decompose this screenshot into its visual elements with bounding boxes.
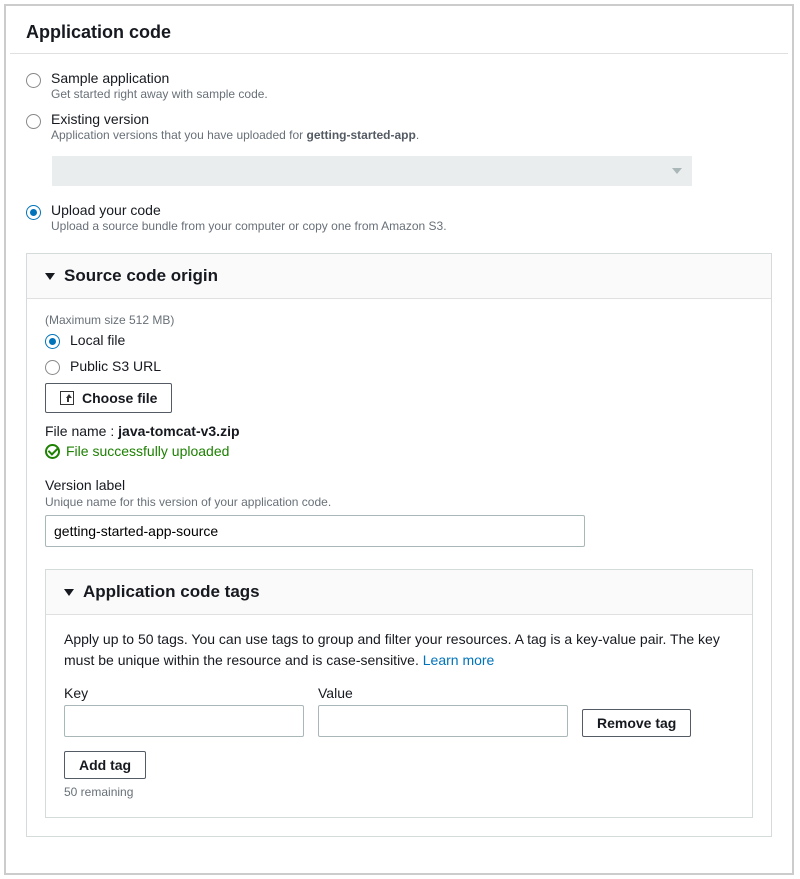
tag-value-label: Value <box>318 685 568 701</box>
option-public-s3-url[interactable]: Public S3 URL <box>45 357 753 375</box>
panel-header-tags[interactable]: Application code tags <box>46 570 752 615</box>
radio-sample[interactable] <box>26 73 41 88</box>
option-sample-application[interactable]: Sample application Get started right awa… <box>6 68 792 109</box>
option-description: Get started right away with sample code. <box>51 87 268 101</box>
existing-version-dropdown <box>52 156 692 186</box>
learn-more-link[interactable]: Learn more <box>423 652 495 668</box>
add-tag-button[interactable]: Add tag <box>64 751 146 779</box>
option-label: Upload your code <box>51 202 447 218</box>
choose-file-button[interactable]: Choose file <box>45 383 172 413</box>
tags-description: Apply up to 50 tags. You can use tags to… <box>64 629 734 671</box>
upload-success-status: File successfully uploaded <box>45 443 753 459</box>
radio-public-s3[interactable] <box>45 360 60 375</box>
remove-tag-button[interactable]: Remove tag <box>582 709 691 737</box>
option-local-file[interactable]: Local file <box>45 331 753 349</box>
option-upload-code[interactable]: Upload your code Upload a source bundle … <box>6 200 792 241</box>
radio-existing[interactable] <box>26 114 41 129</box>
option-existing-version[interactable]: Existing version Application versions th… <box>6 109 792 150</box>
chevron-down-icon <box>672 168 682 174</box>
version-label-title: Version label <box>45 477 753 493</box>
version-label-desc: Unique name for this version of your app… <box>45 495 753 509</box>
application-code-tags-panel: Application code tags Apply up to 50 tag… <box>45 569 753 818</box>
tag-key-label: Key <box>64 685 304 701</box>
option-label: Existing version <box>51 111 419 127</box>
upload-icon <box>60 391 74 405</box>
panel-header-source-origin[interactable]: Source code origin <box>27 254 771 299</box>
version-label-input[interactable] <box>45 515 585 547</box>
caret-down-icon <box>64 589 74 596</box>
option-label: Sample application <box>51 70 268 86</box>
tag-row: Key Value Remove tag <box>64 685 734 737</box>
divider <box>10 53 788 54</box>
tag-key-input[interactable] <box>64 705 304 737</box>
caret-down-icon <box>45 273 55 280</box>
section-title: Application code <box>6 6 792 53</box>
application-code-section: Application code Sample application Get … <box>4 4 794 875</box>
radio-local-file[interactable] <box>45 334 60 349</box>
tag-value-input[interactable] <box>318 705 568 737</box>
file-name-display: File name : java-tomcat-v3.zip <box>45 423 753 439</box>
source-code-origin-panel: Source code origin (Maximum size 512 MB)… <box>26 253 772 837</box>
radio-upload[interactable] <box>26 205 41 220</box>
option-description: Application versions that you have uploa… <box>51 128 419 142</box>
option-description: Upload a source bundle from your compute… <box>51 219 447 233</box>
tags-remaining: 50 remaining <box>64 785 734 799</box>
check-circle-icon <box>45 444 60 459</box>
max-size-hint: (Maximum size 512 MB) <box>45 313 753 327</box>
